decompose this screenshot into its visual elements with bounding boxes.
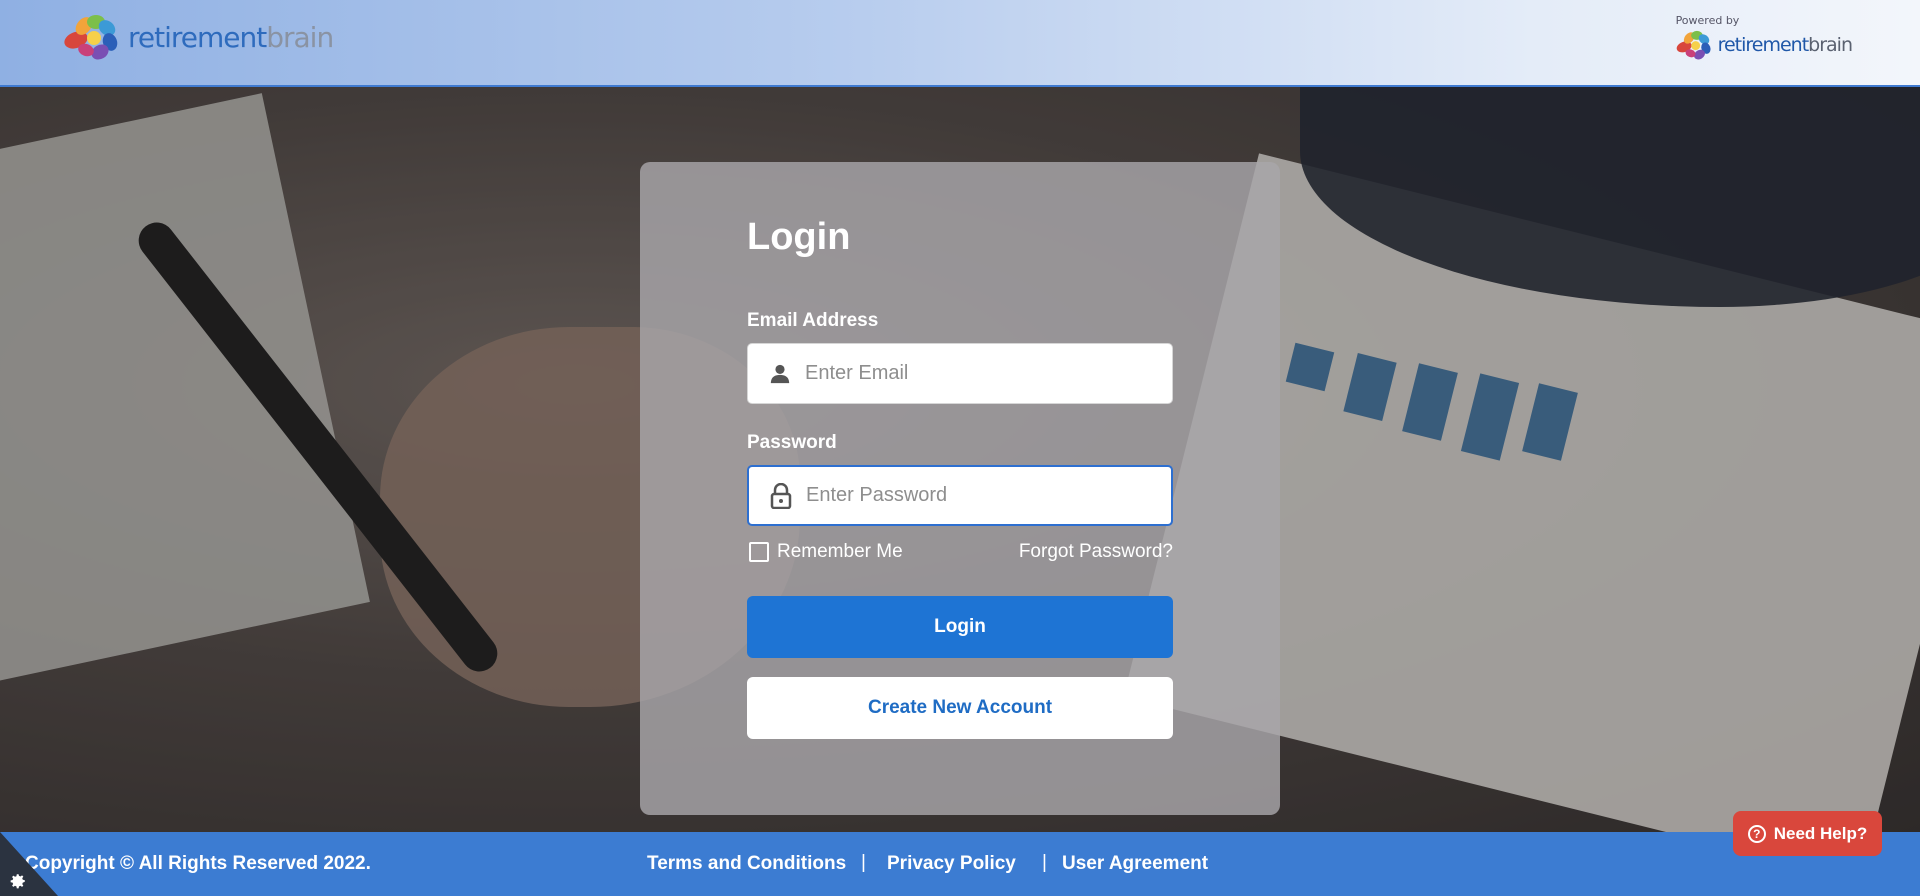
footer-separator: |	[1042, 852, 1047, 873]
settings-corner[interactable]	[0, 832, 58, 896]
brand-part-retirement: retirement	[128, 20, 267, 54]
remember-me-label: Remember Me	[777, 541, 903, 562]
powered-by-block: Powered by retirementbrain	[1674, 14, 1853, 61]
brand-part-retirement: retirement	[1717, 34, 1810, 56]
remember-me-checkbox[interactable]	[749, 542, 769, 562]
brand-part-brain: brain	[1808, 34, 1853, 56]
login-title: Login	[747, 216, 851, 258]
powered-by-label: Powered by	[1675, 14, 1740, 27]
password-input[interactable]	[806, 467, 1171, 524]
footer-separator: |	[861, 852, 866, 873]
login-button[interactable]: Login	[747, 596, 1173, 658]
site-footer: Copyright © All Rights Reserved 2022. Te…	[0, 832, 1920, 896]
brand-part-brain: brain	[266, 20, 334, 54]
need-help-button[interactable]: ? Need Help?	[1733, 811, 1882, 856]
email-field[interactable]	[747, 343, 1173, 404]
powered-by-logo[interactable]: retirementbrain	[1674, 29, 1853, 61]
site-header: retirementbrain Powered by retirementbra…	[0, 0, 1920, 87]
retirementbrain-logo[interactable]: retirementbrain	[62, 12, 334, 62]
copyright-text: Copyright © All Rights Reserved 2022.	[25, 853, 371, 874]
forgot-password-link[interactable]: Forgot Password?	[1018, 541, 1173, 563]
brain-flower-icon	[64, 15, 118, 60]
user-icon	[767, 361, 793, 387]
brand-name: retirementbrain	[128, 20, 334, 54]
privacy-link[interactable]: Privacy Policy	[887, 853, 1016, 875]
password-label: Password	[747, 432, 837, 453]
question-circle-icon: ?	[1747, 824, 1766, 843]
brand-name-small: retirementbrain	[1717, 34, 1853, 56]
remember-me[interactable]: Remember Me	[747, 541, 903, 563]
password-field[interactable]	[747, 465, 1173, 526]
brain-flower-icon	[1676, 30, 1711, 60]
gear-icon[interactable]	[9, 872, 27, 890]
need-help-label: Need Help?	[1773, 823, 1868, 843]
email-label: Email Address	[747, 310, 879, 331]
terms-link[interactable]: Terms and Conditions	[647, 853, 846, 875]
email-input[interactable]	[805, 344, 1172, 403]
create-account-button[interactable]: Create New Account	[747, 677, 1173, 739]
user-agreement-link[interactable]: User Agreement	[1062, 853, 1208, 875]
lock-icon	[768, 482, 794, 509]
login-card: Login Email Address Password Remember Me…	[640, 162, 1280, 815]
